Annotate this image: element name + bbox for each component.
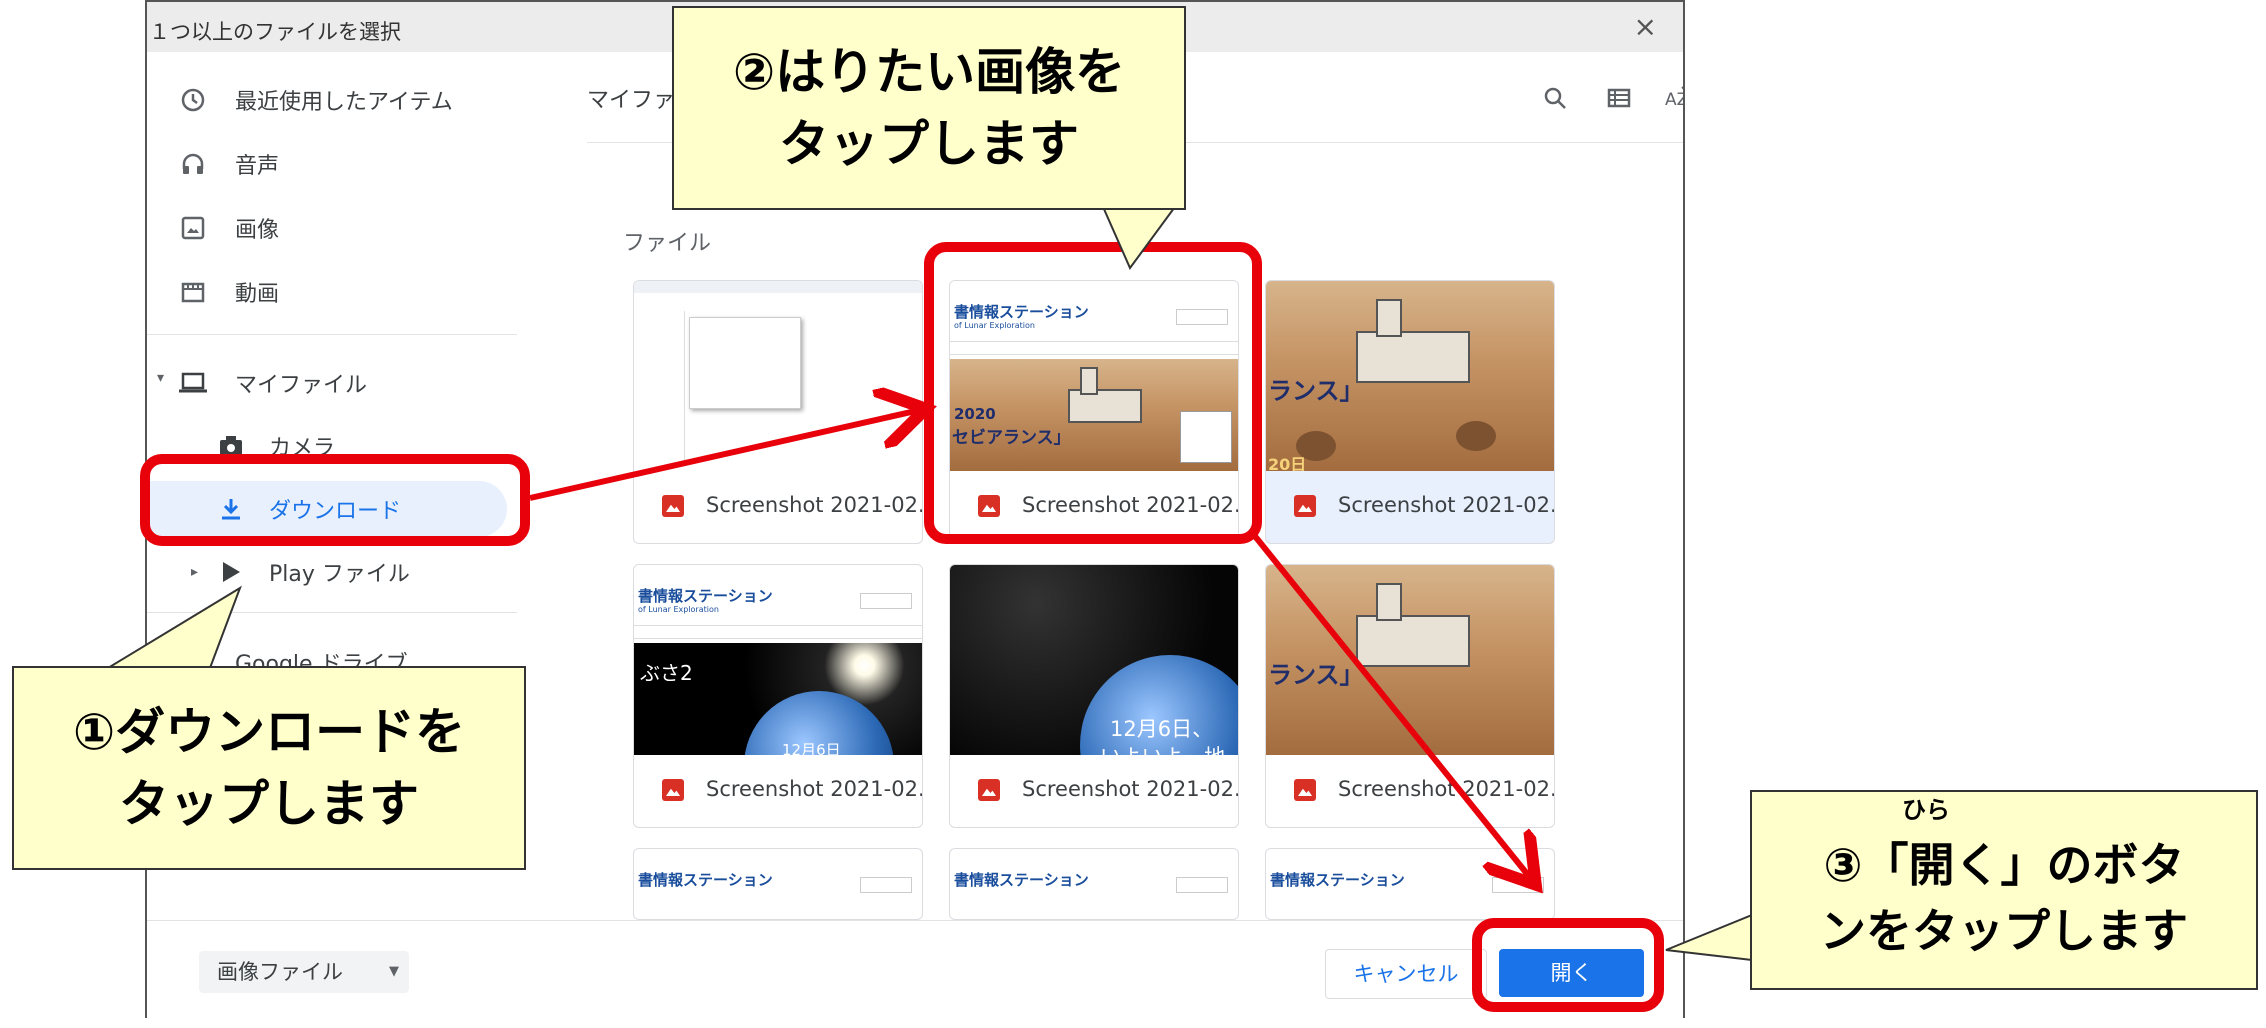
callout-text: タップします [119, 775, 419, 833]
thumb-subheader-text: of Lunar Exploration [638, 605, 719, 614]
play-icon [215, 556, 247, 588]
sidebar-item-my-files[interactable]: マイファイル [147, 355, 507, 411]
callout-step-2: ②はりたい画像を タップします [672, 6, 1186, 210]
sidebar-divider [147, 612, 517, 613]
callout-step-1: ①ダウンロードを タップします [12, 666, 526, 870]
file-name-row: Screenshot 2021-02... [950, 755, 1238, 827]
image-file-icon [662, 495, 684, 517]
file-card[interactable]: 書情報ステーション of Lunar Exploration ぶさ2 12月6日… [633, 564, 923, 828]
callout-text: ③「開く」のボタ [1823, 838, 2185, 892]
ruby-text: ひら [1902, 796, 1950, 824]
file-card[interactable]: ランス」 Screenshot 2021-02... [1265, 564, 1555, 828]
film-icon [177, 276, 209, 308]
sort-az-icon[interactable]: AZ [1659, 78, 1685, 118]
file-name: Screenshot 2021-02... [706, 493, 923, 517]
image-file-icon [978, 779, 1000, 801]
clock-icon [177, 84, 209, 116]
callout-text: ンをタップします [1820, 904, 2188, 958]
search-icon[interactable] [1535, 78, 1575, 118]
file-thumbnail: ランス」 [1266, 565, 1554, 755]
chevron-down-icon: ▼ [389, 964, 399, 979]
sidebar-item-images[interactable]: 画像 [147, 200, 507, 256]
thumb-caption-text: いよいよ 地 [1100, 741, 1225, 755]
highlight-open-button [1472, 918, 1664, 1012]
thumb-title-text: ぶさ2 [640, 661, 693, 685]
sidebar-item-label: 画像 [235, 218, 280, 243]
file-card[interactable]: ランス」 20日 Screenshot 2021-02... [1265, 280, 1555, 544]
file-name: Screenshot 2021-02... [706, 777, 923, 801]
file-name-row: Screenshot 2021-02... [634, 471, 922, 543]
thumb-title-text: ランス」 [1268, 377, 1364, 405]
sidebar-item-label: 最近使用したアイテム [235, 90, 453, 115]
image-icon [177, 212, 209, 244]
file-card[interactable]: 書情報ステーション [1265, 848, 1555, 920]
sidebar-item-audio[interactable]: 音声 [147, 136, 507, 192]
file-name: Screenshot 2021-02... [1022, 777, 1239, 801]
thumb-header-text: 書情報ステーション [638, 871, 773, 889]
callout-text: タップします [779, 115, 1079, 173]
dialog-footer: 画像ファイル ▼ キャンセル 開く [147, 920, 1683, 1019]
section-title: ファイル [623, 231, 712, 256]
file-card[interactable]: 書情報ステーション [633, 848, 923, 920]
file-card[interactable]: 12月6日、 いよいよ 地 Screenshot 2021-02... [949, 564, 1239, 828]
file-thumbnail: 書情報ステーション of Lunar Exploration ぶさ2 12月6日 [634, 565, 922, 755]
callout-text: ①ダウンロードを [72, 703, 466, 761]
sidebar-item-recent[interactable]: 最近使用したアイテム [147, 72, 507, 128]
laptop-icon [177, 367, 209, 399]
dialog-title: １つ以上のファイルを選択 [149, 20, 401, 44]
file-name-row: Screenshot 2021-02... [1266, 471, 1554, 543]
image-file-icon [1294, 779, 1316, 801]
svg-text:AZ: AZ [1665, 90, 1685, 110]
file-thumbnail [634, 281, 922, 471]
file-thumbnail: 12月6日、 いよいよ 地 [950, 565, 1238, 755]
sidebar-item-label: Play ファイル [269, 562, 410, 587]
callout-step-3: ひら ③「開く」のボタ ンをタップします [1750, 790, 2258, 990]
thumb-date-text: 20日 [1268, 455, 1307, 471]
image-file-icon [662, 779, 684, 801]
thumb-header-text: 書情報ステーション [954, 871, 1089, 889]
highlight-downloads [140, 454, 530, 546]
file-card[interactable]: Screenshot 2021-02... [633, 280, 923, 544]
breadcrumb[interactable]: マイファ [587, 82, 675, 114]
image-file-icon [1294, 495, 1316, 517]
headphones-icon [177, 148, 209, 180]
thumb-date-text: 12月6日、 [1110, 717, 1214, 741]
callout-text: ②はりたい画像を [732, 43, 1126, 101]
file-card[interactable]: 書情報ステーション [949, 848, 1239, 920]
sidebar-item-videos[interactable]: 動画 [147, 264, 507, 320]
file-name: Screenshot 2021-02... [1338, 493, 1555, 517]
file-type-select[interactable]: 画像ファイル ▼ [199, 951, 409, 993]
sidebar-item-label: マイファイル [235, 373, 368, 398]
sidebar-item-label: 音声 [235, 154, 280, 179]
file-type-label: 画像ファイル [217, 960, 343, 984]
thumb-date-text: 12月6日 [782, 741, 841, 755]
cancel-button[interactable]: キャンセル [1325, 949, 1487, 999]
thumb-header-text: 書情報ステーション [1270, 871, 1405, 889]
file-thumbnail: ランス」 20日 [1266, 281, 1554, 471]
file-name-row: Screenshot 2021-02... [634, 755, 922, 827]
thumb-header-text: 書情報ステーション [638, 587, 773, 605]
close-icon[interactable]: × [1634, 10, 1657, 43]
file-name: Screenshot 2021-02... [1338, 777, 1555, 801]
file-name-row: Screenshot 2021-02... [1266, 755, 1554, 827]
sidebar-divider [147, 334, 517, 335]
list-view-icon[interactable] [1599, 78, 1639, 118]
sidebar-item-label: 動画 [235, 282, 280, 307]
sidebar-item-play-files[interactable]: Play ファイル [147, 544, 507, 600]
highlight-selected-image [924, 242, 1262, 544]
thumb-title-text: ランス」 [1268, 661, 1364, 689]
